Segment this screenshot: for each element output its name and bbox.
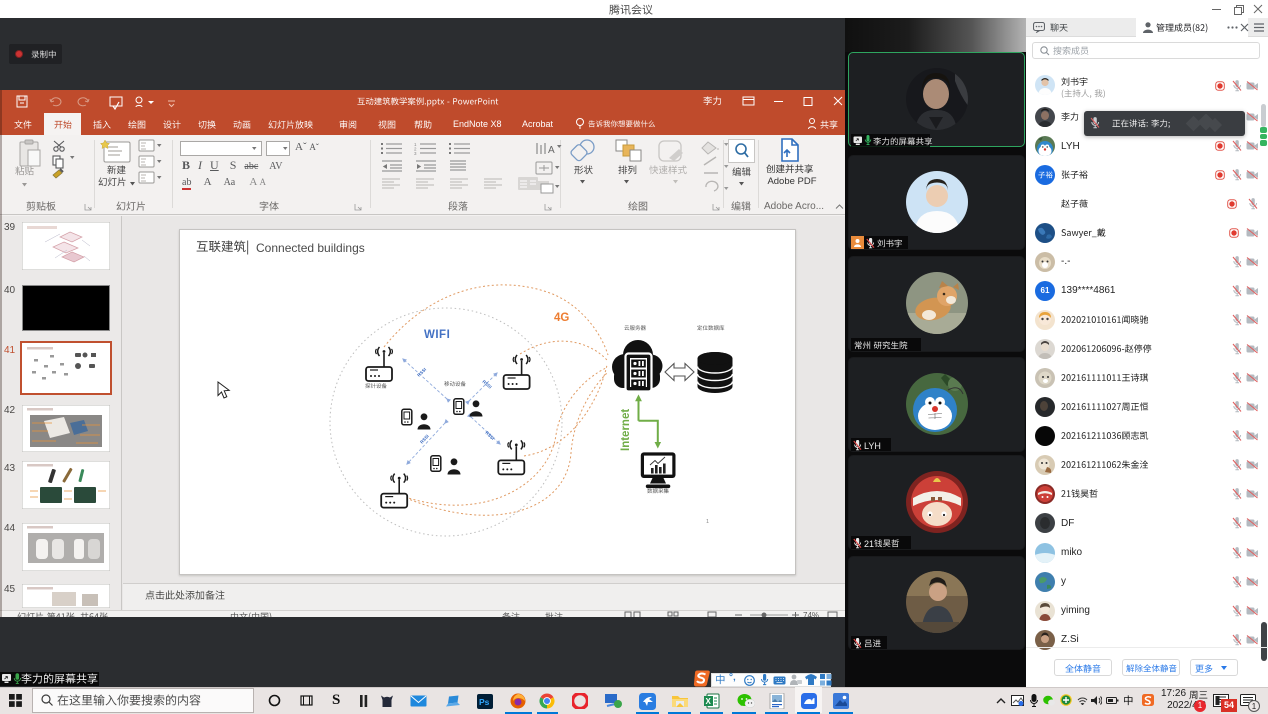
svg-text:A: A <box>548 145 555 156</box>
svg-text:1: 1 <box>706 519 709 525</box>
svg-text:X: X <box>706 697 712 706</box>
svg-text:RSSI: RSSI <box>419 434 430 445</box>
svg-text:Ps: Ps <box>479 697 490 707</box>
svg-text:3: 3 <box>414 151 417 156</box>
svg-text:RSSI: RSSI <box>416 367 427 378</box>
svg-text:Internet: Internet <box>620 409 632 451</box>
svg-text:RSSI: RSSI <box>481 379 492 390</box>
svg-text:WIFI: WIFI <box>424 329 450 341</box>
svg-text:74%: 74% <box>803 611 819 617</box>
svg-text:RSSI: RSSI <box>484 430 495 441</box>
svg-text:4G: 4G <box>554 312 569 324</box>
